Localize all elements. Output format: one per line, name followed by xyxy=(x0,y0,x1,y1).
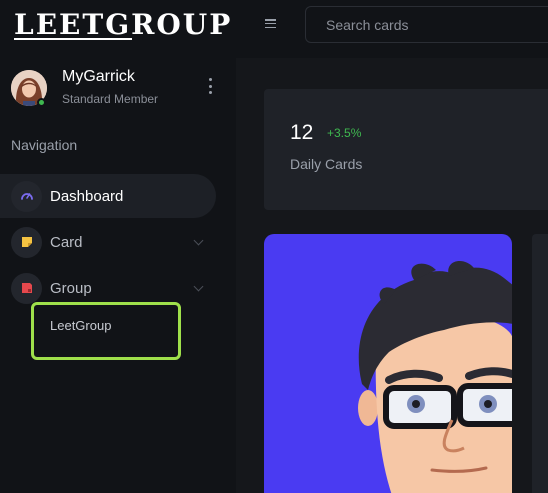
stat-value: 12 xyxy=(290,121,314,144)
daily-cards-stat: 12 +3.5% Daily Cards xyxy=(264,89,548,210)
logo-underline xyxy=(14,38,132,40)
gauge-icon xyxy=(11,180,42,212)
search-input[interactable] xyxy=(305,6,548,43)
navigation-title: Navigation xyxy=(11,137,78,153)
online-status-dot xyxy=(37,98,46,107)
app-root: LEETGROUP MyGarrick Standard Member Navi… xyxy=(0,0,548,493)
sidebar-item-label: Dashboard xyxy=(50,187,124,205)
more-options-icon[interactable] xyxy=(207,78,213,94)
sidebar-item-card[interactable]: Card xyxy=(0,220,216,264)
menu-icon[interactable] xyxy=(265,19,276,28)
card-image[interactable] xyxy=(264,234,512,493)
profile-role: Standard Member xyxy=(62,92,159,106)
topbar xyxy=(236,0,548,58)
user-profile[interactable]: MyGarrick Standard Member xyxy=(11,68,225,110)
sidebar-subitem-leetgroup[interactable]: LeetGroup xyxy=(50,318,111,333)
side-panel xyxy=(532,234,548,493)
sidebar-item-label: Group xyxy=(50,279,92,297)
cartoon-avatar-illustration xyxy=(358,261,512,493)
chevron-down-icon xyxy=(193,281,204,292)
stat-change: +3.5% xyxy=(327,126,362,140)
chevron-down-icon xyxy=(193,235,204,246)
stat-label: Daily Cards xyxy=(290,156,363,172)
bookmark-icon xyxy=(11,272,42,304)
profile-name: MyGarrick xyxy=(62,68,135,85)
sidebar: LEETGROUP MyGarrick Standard Member Navi… xyxy=(0,0,236,493)
sidebar-item-dashboard[interactable]: Dashboard xyxy=(0,174,216,218)
app-logo[interactable]: LEETGROUP xyxy=(14,8,232,41)
note-icon xyxy=(11,226,42,258)
sidebar-item-label: Card xyxy=(50,233,83,251)
